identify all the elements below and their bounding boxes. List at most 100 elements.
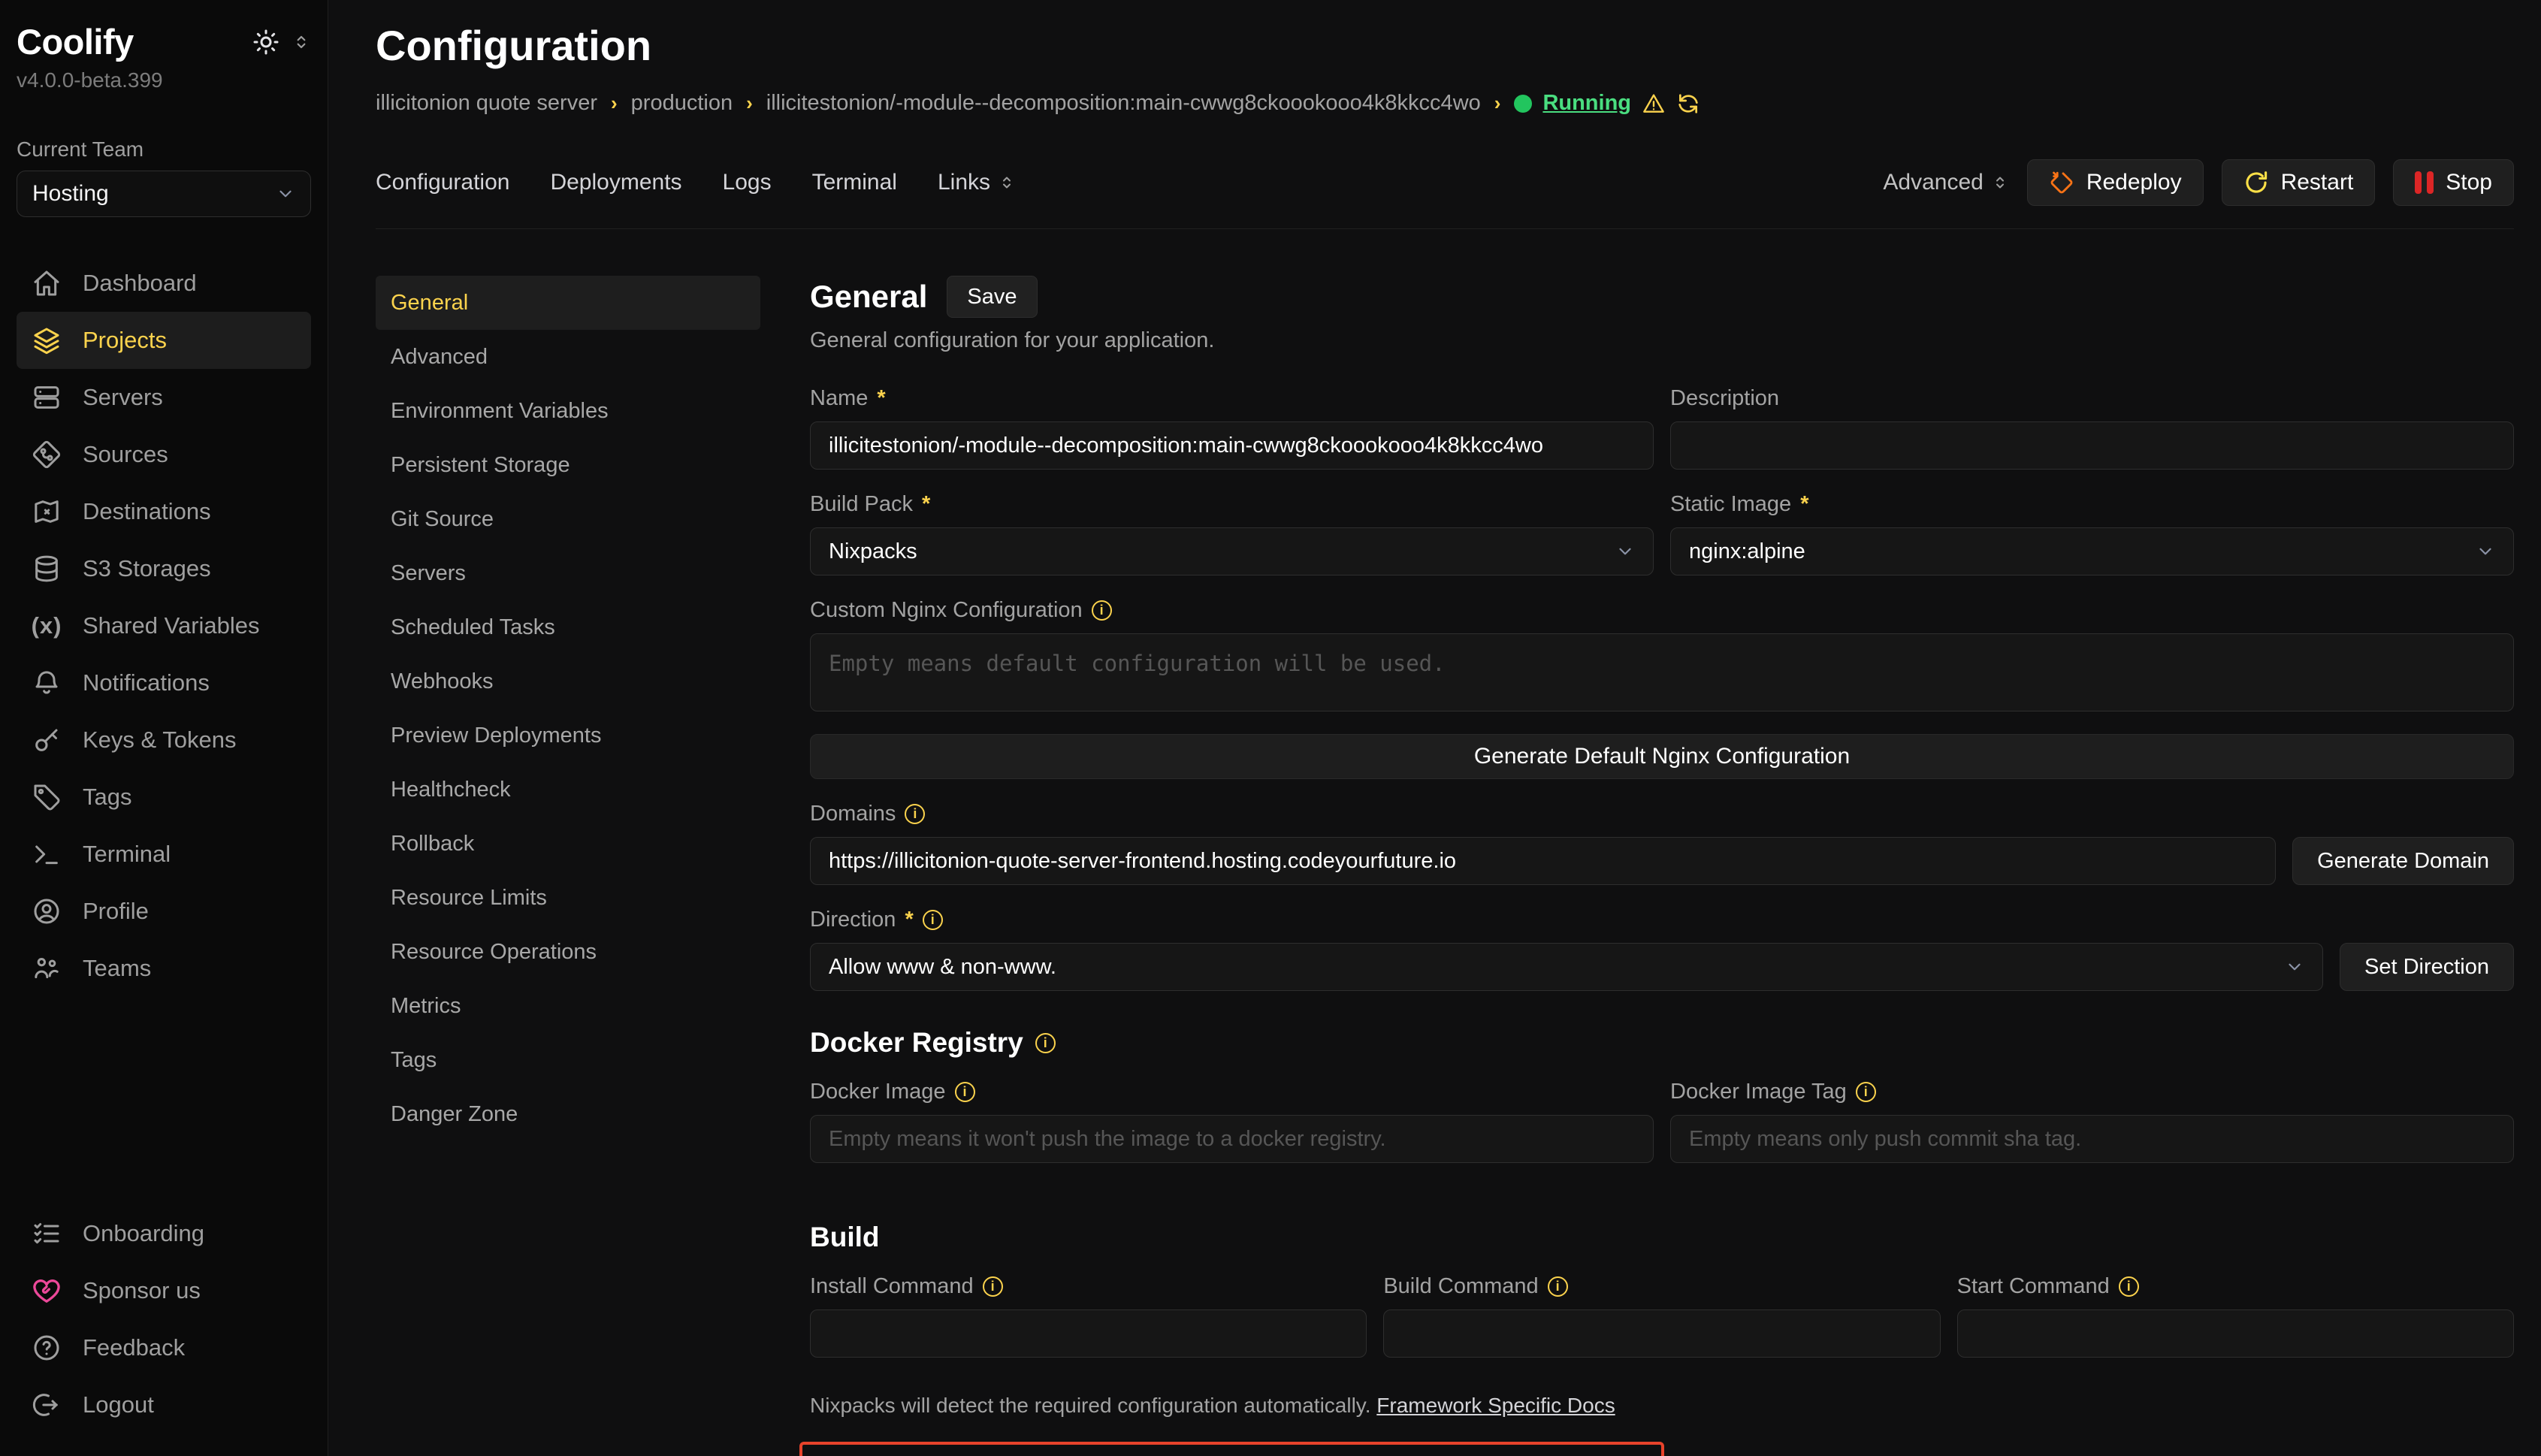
sidebar-item-notifications[interactable]: Notifications (17, 654, 311, 711)
save-button[interactable]: Save (947, 276, 1037, 318)
subnav-item-resource-limits[interactable]: Resource Limits (376, 871, 760, 925)
info-icon[interactable]: i (923, 910, 943, 930)
subnav-item-metrics[interactable]: Metrics (376, 979, 760, 1033)
theme-sun-icon[interactable] (252, 29, 279, 56)
generate-domain-button[interactable]: Generate Domain (2292, 837, 2514, 885)
tab-links[interactable]: Links (938, 170, 1016, 195)
braces-x-icon: (x) (32, 611, 62, 641)
sidebar-item-destinations[interactable]: Destinations (17, 483, 311, 540)
sidebar-item-servers[interactable]: Servers (17, 369, 311, 426)
advanced-toggle[interactable]: Advanced (1883, 170, 2008, 195)
sidebar-item-keys-tokens[interactable]: Keys & Tokens (17, 711, 311, 769)
static-image-select[interactable]: nginx:alpine (1670, 527, 2514, 575)
name-label: Name (810, 386, 868, 411)
breadcrumb-separator-icon: › (611, 92, 618, 115)
build-heading: Build (810, 1222, 879, 1253)
refresh-icon[interactable] (1676, 92, 1700, 116)
help-circle-icon (32, 1333, 62, 1363)
install-command-input[interactable] (810, 1309, 1367, 1358)
page-title: Configuration (376, 21, 2514, 70)
warning-triangle-icon[interactable] (1642, 92, 1666, 116)
sidebar-item-sponsor-us[interactable]: Sponsor us (17, 1262, 311, 1319)
chevrons-up-down-icon[interactable] (292, 32, 311, 52)
sidebar-item-teams[interactable]: Teams (17, 940, 311, 997)
status-running-link[interactable]: Running (1542, 91, 1631, 116)
tab-deployments[interactable]: Deployments (550, 170, 681, 195)
chevron-down-icon (2285, 957, 2304, 977)
subnav-item-resource-operations[interactable]: Resource Operations (376, 925, 760, 979)
general-heading: General (810, 279, 927, 315)
info-icon[interactable]: i (1548, 1276, 1568, 1297)
build-pack-label: Build Pack (810, 492, 913, 517)
chevron-down-icon (1615, 542, 1635, 561)
subnav-item-healthcheck[interactable]: Healthcheck (376, 763, 760, 817)
name-input[interactable] (810, 421, 1654, 470)
redeploy-button[interactable]: Redeploy (2027, 159, 2204, 206)
restart-button[interactable]: Restart (2222, 159, 2376, 206)
info-icon[interactable]: i (983, 1276, 1003, 1297)
sidebar-item-logout[interactable]: Logout (17, 1376, 311, 1433)
sidebar-item-sources[interactable]: Sources (17, 426, 311, 483)
subnav-item-tags[interactable]: Tags (376, 1033, 760, 1087)
description-input[interactable] (1670, 421, 2514, 470)
docker-image-tag-label: Docker Image Tag (1670, 1080, 1847, 1104)
info-icon[interactable]: i (955, 1082, 975, 1102)
breadcrumb-application[interactable]: illicitestonion/-module--decomposition:m… (766, 91, 1481, 116)
layers-icon (32, 325, 62, 355)
install-command-label: Install Command (810, 1274, 974, 1299)
info-icon[interactable]: i (2119, 1276, 2139, 1297)
build-pack-select[interactable]: Nixpacks (810, 527, 1654, 575)
sidebar-item-tags[interactable]: Tags (17, 769, 311, 826)
sidebar-item-feedback[interactable]: Feedback (17, 1319, 311, 1376)
info-icon[interactable]: i (1856, 1082, 1876, 1102)
docker-image-tag-input[interactable] (1670, 1115, 2514, 1163)
generate-nginx-button[interactable]: Generate Default Nginx Configuration (810, 734, 2514, 779)
subnav-item-servers[interactable]: Servers (376, 546, 760, 600)
subnav-item-danger-zone[interactable]: Danger Zone (376, 1087, 760, 1141)
sidebar-item-projects[interactable]: Projects (17, 312, 311, 369)
breadcrumb-project[interactable]: illicitonion quote server (376, 91, 597, 116)
sidebar-item-profile[interactable]: Profile (17, 883, 311, 940)
info-icon[interactable]: i (1035, 1033, 1056, 1053)
subnav-item-git-source[interactable]: Git Source (376, 492, 760, 546)
chevrons-up-down-icon (1991, 174, 2009, 192)
stop-button[interactable]: Stop (2393, 159, 2514, 206)
domains-input[interactable] (810, 837, 2276, 885)
subnav-item-webhooks[interactable]: Webhooks (376, 654, 760, 708)
team-select[interactable]: Hosting (17, 171, 311, 217)
framework-docs-link[interactable]: Framework Specific Docs (1376, 1394, 1615, 1417)
docker-image-input[interactable] (810, 1115, 1654, 1163)
sidebar-item-s3-storages[interactable]: S3 Storages (17, 540, 311, 597)
subnav-item-scheduled-tasks[interactable]: Scheduled Tasks (376, 600, 760, 654)
subnav-item-rollback[interactable]: Rollback (376, 817, 760, 871)
start-command-label: Start Command (1957, 1274, 2110, 1299)
subnav-item-environment-variables[interactable]: Environment Variables (376, 384, 760, 438)
tab-configuration[interactable]: Configuration (376, 170, 509, 195)
custom-nginx-textarea[interactable] (810, 633, 2514, 711)
subnav-item-advanced[interactable]: Advanced (376, 330, 760, 384)
key-icon (32, 725, 62, 755)
direction-select[interactable]: Allow www & non-www. (810, 943, 2323, 991)
description-label: Description (1670, 386, 1779, 411)
set-direction-button[interactable]: Set Direction (2340, 943, 2514, 991)
tab-logs[interactable]: Logs (723, 170, 772, 195)
bell-icon (32, 668, 62, 698)
breadcrumb-environment[interactable]: production (631, 91, 733, 116)
subnav-item-general[interactable]: General (376, 276, 760, 330)
info-icon[interactable]: i (1092, 600, 1112, 621)
subnav-item-persistent-storage[interactable]: Persistent Storage (376, 438, 760, 492)
nixpacks-note: Nixpacks will detect the required config… (810, 1394, 2514, 1418)
sidebar-item-shared-variables[interactable]: (x) Shared Variables (17, 597, 311, 654)
users-icon (32, 953, 62, 983)
info-icon[interactable]: i (905, 804, 925, 824)
sidebar-item-onboarding[interactable]: Onboarding (17, 1205, 311, 1262)
subnav-item-preview-deployments[interactable]: Preview Deployments (376, 708, 760, 763)
sidebar-item-dashboard[interactable]: Dashboard (17, 255, 311, 312)
server-icon (32, 382, 62, 412)
terminal-icon (32, 839, 62, 869)
start-command-input[interactable] (1957, 1309, 2514, 1358)
build-command-input[interactable] (1383, 1309, 1940, 1358)
tab-terminal[interactable]: Terminal (812, 170, 897, 195)
tag-icon (32, 782, 62, 812)
sidebar-item-terminal[interactable]: Terminal (17, 826, 311, 883)
